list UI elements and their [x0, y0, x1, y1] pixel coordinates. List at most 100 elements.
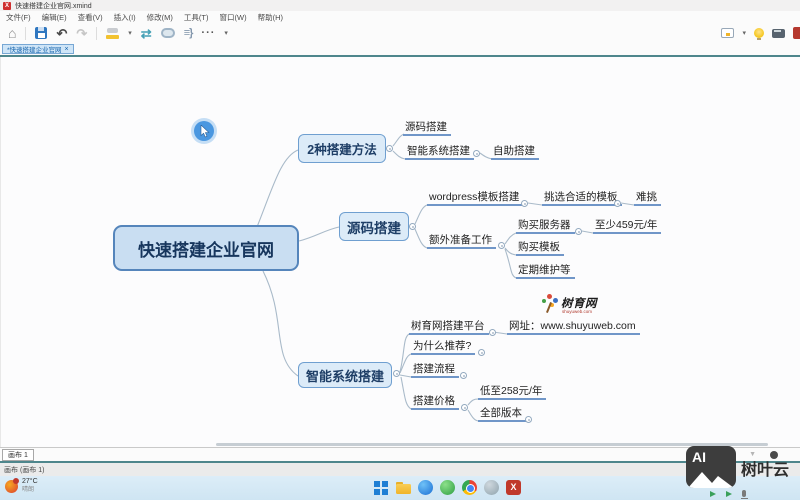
weather-sun-icon	[5, 477, 19, 493]
marker-dropdown-icon[interactable]: ▾	[128, 29, 132, 37]
subtopic-pick-template[interactable]: 挑选合适的模板	[542, 191, 622, 206]
lightbulb-icon[interactable]	[754, 28, 764, 40]
collapse-toggle[interactable]	[461, 404, 468, 411]
subtopic-source-build[interactable]: 源码搭建	[403, 121, 451, 136]
cursor-icon	[194, 121, 214, 141]
menu-help[interactable]: 帮助(H)	[258, 12, 283, 23]
undo-icon[interactable]: ↶	[56, 27, 67, 40]
collapse-toggle[interactable]	[525, 416, 532, 423]
collapse-toggle[interactable]	[575, 228, 582, 235]
toolbar-separator	[96, 26, 98, 40]
collapse-toggle[interactable]	[498, 242, 505, 249]
topic-source-build[interactable]: 源码搭建	[339, 212, 409, 241]
subtopic-all-versions[interactable]: 全部版本	[478, 407, 526, 422]
collapse-toggle[interactable]	[460, 372, 467, 379]
document-tab-label: *快速搭建企业官网	[7, 47, 62, 54]
window-title: 快速搭建企业官网.xmind	[15, 2, 92, 10]
weather-condition: 晴朗	[22, 487, 35, 493]
subtopic-why-recommend[interactable]: 为什么推荐?	[411, 340, 476, 355]
document-tab[interactable]: *快速搭建企业官网 ×	[2, 44, 74, 54]
start-button[interactable]	[374, 480, 389, 495]
tray-arrow-icon[interactable]	[710, 490, 716, 497]
subtopic-buy-template[interactable]: 购买模板	[516, 241, 564, 256]
weather-temp: 27°C	[22, 478, 38, 485]
collapse-toggle[interactable]	[489, 329, 496, 336]
subtopic-extra-prep[interactable]: 额外准备工作	[427, 234, 496, 249]
xmind-taskbar-icon[interactable]: X	[506, 480, 521, 495]
click-highlight	[191, 118, 217, 144]
browser-gray-icon[interactable]	[484, 480, 499, 495]
subtopic-smart-system-build[interactable]: 智能系统搭建	[405, 145, 474, 160]
sheet-bar: 画布 1 ▼	[0, 447, 800, 461]
more-dropdown-icon[interactable]: ▾	[224, 29, 228, 37]
shuyeyun-watermark: AI 树叶云	[686, 446, 789, 488]
subtopic-self-service-build[interactable]: 自助搭建	[491, 145, 539, 160]
menu-file[interactable]: 文件(F)	[6, 12, 31, 23]
ai-badge-text: AI	[692, 449, 706, 465]
logo-url-text: shuyuweb.com	[562, 309, 593, 314]
toolbar: ⌂ ↶ ↷ ▾ ⇄ ≡} ··· ▾ ▾	[0, 24, 800, 42]
sheet-tab-canvas1[interactable]: 画布 1	[2, 449, 34, 461]
collapse-toggle[interactable]	[473, 150, 480, 157]
collapse-toggle[interactable]	[614, 200, 621, 207]
subtopic-low-price[interactable]: 低至258元/年	[478, 385, 547, 400]
subtopic-website-url[interactable]: 网址：www.shuyuweb.com	[507, 320, 640, 335]
panel-icon[interactable]	[772, 28, 785, 38]
xmind-app-icon: X	[3, 1, 11, 10]
menu-window[interactable]: 窗口(W)	[220, 12, 247, 23]
microphone-icon[interactable]	[740, 490, 748, 499]
redo-icon: ↷	[76, 25, 88, 41]
collapse-toggle[interactable]	[521, 200, 528, 207]
subtopic-wordpress-template[interactable]: wordpress模板搭建	[427, 191, 524, 206]
subtopic-shuyu-platform[interactable]: 树育网搭建平台	[409, 320, 489, 335]
document-tab-bar: *快速搭建企业官网 ×	[0, 42, 800, 55]
browser-blue-icon[interactable]	[418, 480, 433, 495]
shuyuweb-logo: 树育网 shuyuweb.com	[541, 294, 631, 320]
save-icon[interactable]	[35, 27, 48, 39]
collapse-toggle[interactable]	[478, 349, 485, 356]
menu-insert[interactable]: 插入(I)	[114, 12, 136, 23]
taskbar: 27°C 晴朗 X	[0, 476, 800, 500]
collapse-toggle[interactable]	[409, 223, 416, 230]
mindmap-canvas[interactable]: 快速搭建企业官网 2种搭建方法 源码搭建 智能系统搭建 源码搭建 智能系统搭建 …	[0, 57, 800, 447]
chrome-icon[interactable]	[462, 480, 477, 495]
subtopic-server-price[interactable]: 至少459元/年	[593, 219, 662, 234]
topic-build-methods[interactable]: 2种搭建方法	[298, 134, 386, 163]
browser-green-icon[interactable]	[440, 480, 455, 495]
subtopic-hard-to-pick[interactable]: 难挑	[634, 191, 661, 206]
presentation-icon[interactable]	[721, 28, 735, 38]
clipped-red-icon[interactable]	[793, 27, 800, 39]
mountain-icon	[688, 472, 734, 488]
watermark-brand-text: 树叶云	[741, 462, 790, 479]
summary-icon[interactable]: ≡}	[184, 27, 194, 40]
xmind-window: X 快速搭建企业官网.xmind 文件(F) 编辑(E) 查看(V) 插入(I)…	[0, 0, 800, 500]
menu-view[interactable]: 查看(V)	[78, 12, 103, 23]
topic-smart-system[interactable]: 智能系统搭建	[298, 362, 392, 388]
subtopic-build-price[interactable]: 搭建价格	[411, 395, 459, 410]
more-icon[interactable]: ···	[201, 27, 215, 40]
relationship-icon[interactable]: ⇄	[141, 27, 152, 40]
menu-edit[interactable]: 编辑(E)	[42, 12, 67, 23]
collapse-toggle[interactable]	[386, 145, 393, 152]
weather-widget[interactable]: 27°C 晴朗	[5, 477, 38, 494]
menu-bar: 文件(F) 编辑(E) 查看(V) 插入(I) 修改(M) 工具(T) 窗口(W…	[0, 11, 800, 24]
subtopic-buy-server[interactable]: 购买服务器	[516, 219, 575, 234]
home-icon[interactable]: ⌂	[8, 26, 16, 40]
logo-tree-icon	[541, 294, 559, 314]
collapse-toggle[interactable]	[393, 370, 400, 377]
subtopic-build-process[interactable]: 搭建流程	[411, 363, 459, 378]
marker-icon[interactable]	[106, 27, 120, 39]
subtopic-maintenance[interactable]: 定期维护等	[516, 264, 575, 279]
file-explorer-icon[interactable]	[396, 481, 411, 495]
status-text: 画布 (画布 1)	[4, 466, 45, 474]
tab-close-icon[interactable]: ×	[65, 46, 69, 53]
toolbar-separator	[25, 26, 27, 40]
menu-modify[interactable]: 修改(M)	[147, 12, 173, 23]
tray-arrow-icon[interactable]	[726, 490, 732, 497]
presentation-dropdown-icon[interactable]: ▾	[742, 29, 746, 37]
ai-image-badge-icon: AI	[686, 446, 736, 488]
menu-tools[interactable]: 工具(T)	[184, 12, 209, 23]
central-topic[interactable]: 快速搭建企业官网	[113, 225, 299, 271]
title-bar[interactable]: X 快速搭建企业官网.xmind	[0, 0, 800, 11]
boundary-icon[interactable]	[160, 28, 175, 38]
